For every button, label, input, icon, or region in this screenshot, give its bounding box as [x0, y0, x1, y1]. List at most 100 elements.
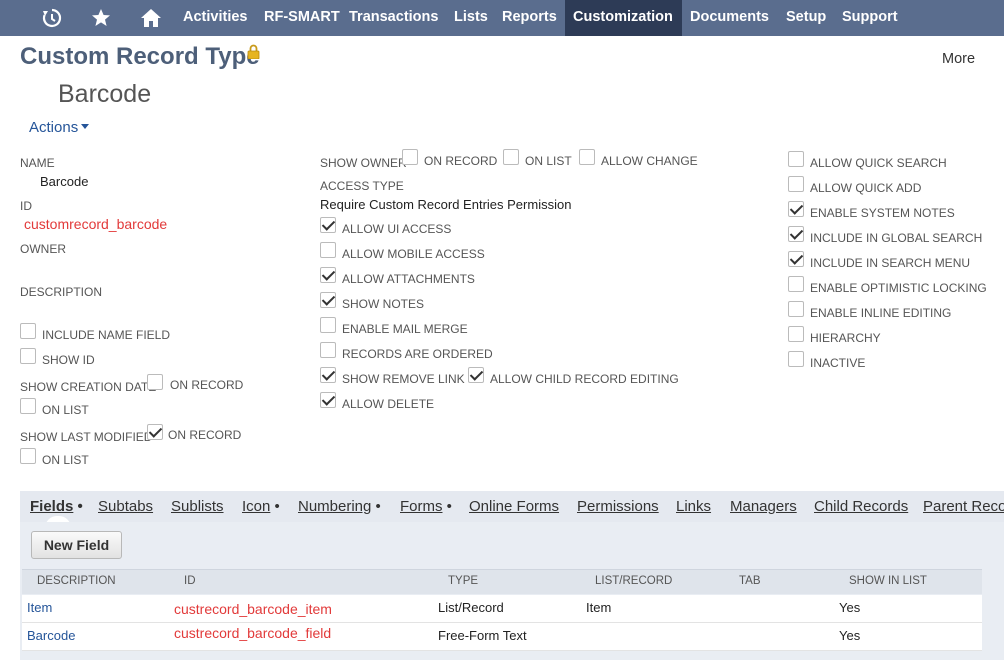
row-description-link[interactable]: Item	[27, 600, 52, 615]
tab-parent-records-label[interactable]: Parent Recor	[923, 498, 1004, 515]
creation-date-on-list-checkbox[interactable]	[20, 398, 36, 414]
inactive-checkbox[interactable]	[788, 351, 804, 367]
allow-attachments-checkbox[interactable]	[320, 267, 336, 283]
last-modified-on-list-checkbox[interactable]	[20, 448, 36, 464]
tab-permissions-label[interactable]: Permissions	[577, 498, 659, 515]
allow-ui-access-checkbox[interactable]	[320, 217, 336, 233]
tab-managers-label[interactable]: Managers	[730, 498, 797, 515]
nav-lists[interactable]: Lists	[446, 0, 496, 36]
column-id[interactable]: ID	[184, 575, 196, 587]
tab-links-label[interactable]: Links	[676, 498, 711, 515]
row-list-record: Item	[586, 600, 612, 615]
include-name-field-checkbox[interactable]	[20, 323, 36, 339]
allow-mobile-access-checkbox[interactable]	[320, 242, 336, 258]
creation-date-on-record-checkbox[interactable]	[147, 374, 163, 390]
include-name-field-label: INCLUDE NAME FIELD	[42, 328, 171, 342]
tab-online-forms-label[interactable]: Online Forms	[469, 498, 559, 515]
nav-reports[interactable]: Reports	[494, 0, 565, 36]
record-name: Barcode	[58, 80, 152, 108]
tab-permissions[interactable]: Permissions	[577, 498, 659, 515]
row-description-link[interactable]: Barcode	[27, 628, 75, 643]
hierarchy-checkbox[interactable]	[788, 326, 804, 342]
enable-inline-editing-checkbox[interactable]	[788, 301, 804, 317]
column-list-record[interactable]: LIST/RECORD	[595, 575, 672, 587]
show-id-label: SHOW ID	[42, 353, 95, 367]
name-label: NAME	[20, 156, 55, 170]
tab-fields[interactable]: Fields •	[30, 498, 83, 515]
creation-date-on-list-label: ON LIST	[42, 403, 89, 417]
show-notes-checkbox[interactable]	[320, 292, 336, 308]
tab-subtabs-label[interactable]: Subtabs	[98, 498, 153, 515]
recent-history-icon[interactable]	[41, 7, 63, 29]
star-icon[interactable]	[90, 7, 112, 29]
actions-label[interactable]: Actions	[29, 119, 78, 136]
nav-documents[interactable]: Documents	[682, 0, 777, 36]
nav-setup[interactable]: Setup	[778, 0, 834, 36]
tab-numbering-bullet: •	[375, 498, 381, 515]
access-type-value: Require Custom Record Entries Permission	[320, 197, 572, 212]
show-id-checkbox[interactable]	[20, 348, 36, 364]
show-remove-link-checkbox[interactable]	[320, 367, 336, 383]
nav-customization[interactable]: Customization	[565, 0, 682, 36]
home-icon[interactable]	[140, 7, 162, 29]
more-button[interactable]: More	[942, 51, 975, 67]
last-modified-on-record-checkbox[interactable]	[147, 424, 163, 440]
row-type: Free-Form Text	[438, 628, 527, 643]
tab-icon-label[interactable]: Icon	[242, 498, 270, 515]
owner-on-list-label: ON LIST	[525, 154, 572, 168]
lock-icon	[247, 44, 260, 60]
tab-forms[interactable]: Forms •	[400, 498, 452, 515]
enable-optimistic-locking-checkbox[interactable]	[788, 276, 804, 292]
allow-change-checkbox[interactable]	[579, 149, 595, 165]
allow-change-label: ALLOW CHANGE	[601, 154, 698, 168]
tab-numbering-label[interactable]: Numbering	[298, 498, 371, 515]
enable-system-notes-checkbox[interactable]	[788, 201, 804, 217]
records-are-ordered-checkbox[interactable]	[320, 342, 336, 358]
tab-managers[interactable]: Managers	[730, 498, 797, 515]
allow-delete-checkbox[interactable]	[320, 392, 336, 408]
allow-quick-add-checkbox[interactable]	[788, 176, 804, 192]
tab-links[interactable]: Links	[676, 498, 711, 515]
hierarchy-label: HIERARCHY	[810, 331, 881, 345]
allow-delete-label: ALLOW DELETE	[342, 397, 435, 411]
owner-on-record-checkbox[interactable]	[402, 149, 418, 165]
tab-numbering[interactable]: Numbering •	[298, 498, 381, 515]
nav-activities[interactable]: Activities	[175, 0, 255, 36]
last-modified-on-list-label: ON LIST	[42, 453, 89, 467]
tab-online-forms[interactable]: Online Forms	[469, 498, 559, 515]
tab-icon[interactable]: Icon •	[242, 498, 280, 515]
tab-child-records[interactable]: Child Records	[814, 498, 908, 515]
new-field-button[interactable]: New Field	[31, 531, 122, 559]
tab-child-records-label[interactable]: Child Records	[814, 498, 908, 515]
row-type: List/Record	[438, 600, 504, 615]
include-in-search-menu-checkbox[interactable]	[788, 251, 804, 267]
allow-child-record-editing-checkbox[interactable]	[468, 367, 484, 383]
tab-sublists[interactable]: Sublists	[171, 498, 224, 515]
show-owner-label: SHOW OWNER	[320, 156, 407, 170]
id-value: customrecord_barcode	[24, 216, 168, 232]
nav-rf-smart[interactable]: RF-SMART	[256, 0, 348, 36]
nav-transactions[interactable]: Transactions	[341, 0, 446, 36]
inactive-label: INACTIVE	[810, 356, 866, 370]
column-show-in-list[interactable]: SHOW IN LIST	[849, 575, 927, 587]
enable-system-notes-label: ENABLE SYSTEM NOTES	[810, 206, 955, 220]
column-description[interactable]: DESCRIPTION	[37, 575, 116, 587]
tab-subtabs[interactable]: Subtabs	[98, 498, 153, 515]
nav-support[interactable]: Support	[834, 0, 906, 36]
column-type[interactable]: TYPE	[448, 575, 478, 587]
page-title: Custom Record Type	[20, 43, 260, 70]
allow-quick-search-checkbox[interactable]	[788, 151, 804, 167]
enable-optimistic-locking-label: ENABLE OPTIMISTIC LOCKING	[810, 281, 987, 295]
actions-menu[interactable]: Actions	[29, 119, 90, 136]
include-in-global-search-checkbox[interactable]	[788, 226, 804, 242]
tab-fields-label[interactable]: Fields	[30, 498, 73, 515]
tab-sublists-label[interactable]: Sublists	[171, 498, 224, 515]
tab-parent-records[interactable]: Parent Recor	[923, 498, 1004, 515]
allow-quick-add-label: ALLOW QUICK ADD	[810, 181, 922, 195]
column-tab[interactable]: TAB	[739, 575, 761, 587]
caret-down-icon	[81, 124, 90, 129]
tab-forms-label[interactable]: Forms	[400, 498, 443, 515]
enable-mail-merge-checkbox[interactable]	[320, 317, 336, 333]
top-navigation: Activities RF-SMART Transactions Lists R…	[0, 0, 1004, 36]
owner-on-list-checkbox[interactable]	[503, 149, 519, 165]
